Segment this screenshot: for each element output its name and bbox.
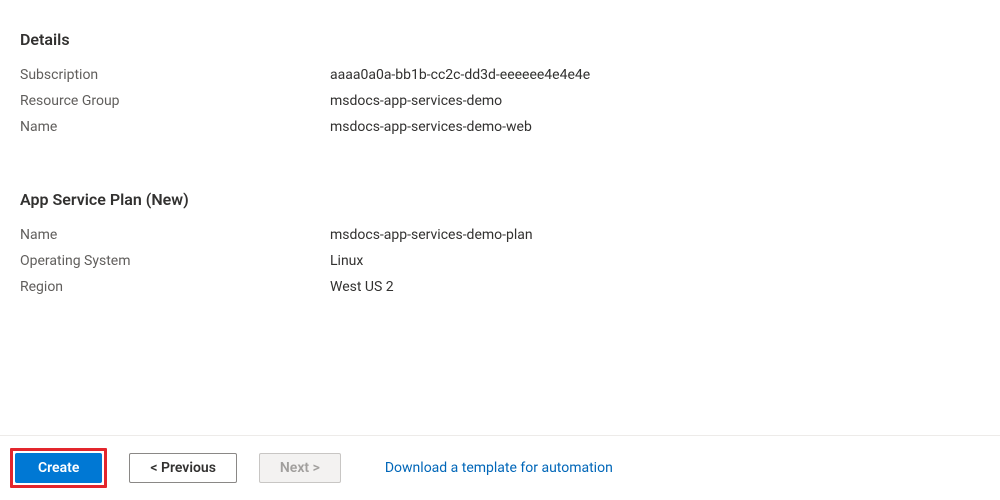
plan-name-value: msdocs-app-services-demo-plan [330, 227, 533, 243]
plan-name-label: Name [20, 227, 330, 243]
create-button-highlight: Create [10, 448, 107, 488]
plan-os-label: Operating System [20, 253, 330, 269]
plan-region-row: Region West US 2 [20, 279, 980, 295]
plan-region-label: Region [20, 279, 330, 295]
name-row: Name msdocs-app-services-demo-web [20, 119, 980, 135]
subscription-label: Subscription [20, 67, 330, 83]
app-service-plan-section: App Service Plan (New) Name msdocs-app-s… [20, 190, 980, 295]
details-section: Details Subscription aaaa0a0a-bb1b-cc2c-… [20, 30, 980, 135]
plan-name-row: Name msdocs-app-services-demo-plan [20, 227, 980, 243]
plan-os-value: Linux [330, 253, 363, 269]
resource-group-value: msdocs-app-services-demo [330, 93, 502, 109]
subscription-value: aaaa0a0a-bb1b-cc2c-dd3d-eeeeee4e4e4e [330, 67, 590, 83]
name-value: msdocs-app-services-demo-web [330, 119, 532, 135]
plan-os-row: Operating System Linux [20, 253, 980, 269]
summary-content: Details Subscription aaaa0a0a-bb1b-cc2c-… [0, 0, 1000, 295]
wizard-footer: Create < Previous Next > Download a temp… [0, 435, 1000, 500]
name-label: Name [20, 119, 330, 135]
resource-group-row: Resource Group msdocs-app-services-demo [20, 93, 980, 109]
previous-button[interactable]: < Previous [129, 453, 237, 483]
subscription-row: Subscription aaaa0a0a-bb1b-cc2c-dd3d-eee… [20, 67, 980, 83]
resource-group-label: Resource Group [20, 93, 330, 109]
download-template-link[interactable]: Download a template for automation [385, 460, 613, 476]
create-button[interactable]: Create [15, 453, 102, 483]
details-heading: Details [20, 30, 980, 49]
plan-heading: App Service Plan (New) [20, 190, 980, 209]
plan-region-value: West US 2 [330, 279, 394, 295]
next-button: Next > [259, 453, 341, 483]
